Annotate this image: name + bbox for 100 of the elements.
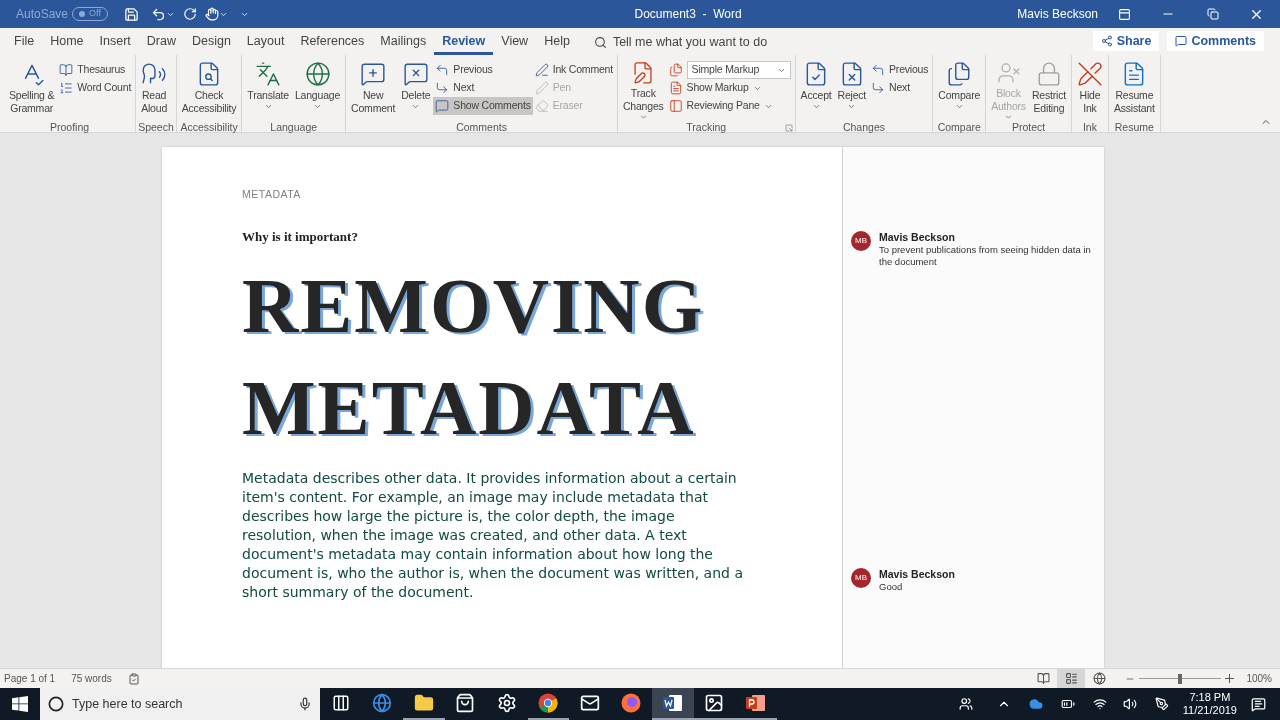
ribbon-button[interactable]: Next	[433, 79, 533, 97]
ribbon-button[interactable]: Resume Assistant	[1110, 57, 1158, 121]
ribbon-button[interactable]: Show Comments	[433, 97, 533, 115]
tell-me-field[interactable]: Tell me what you want to do	[593, 30, 813, 55]
ribbon-button[interactable]: Previous	[433, 61, 533, 79]
print-layout-icon	[1064, 672, 1078, 685]
volume-icon[interactable]	[1122, 697, 1137, 711]
image-icon	[704, 693, 725, 713]
page-header: METADATA	[242, 187, 301, 201]
redo-icon[interactable]	[182, 7, 197, 21]
autosave-label: AutoSave	[16, 6, 69, 23]
cloud-icon[interactable]	[1028, 697, 1043, 711]
ribbon-button[interactable]: Spelling & Grammar	[6, 57, 58, 121]
group-label: Speech	[138, 120, 174, 136]
ribbon-button[interactable]: Restrict Editing	[1028, 57, 1069, 121]
comment-plus-icon	[360, 61, 387, 87]
ribbon-button[interactable]: Check Accessibility	[178, 57, 240, 121]
ribbon-button[interactable]: Show Markup	[666, 79, 793, 97]
task-view-icon	[331, 694, 350, 712]
arrow-left-icon	[871, 63, 886, 77]
caret-icon	[313, 102, 322, 111]
ribbon-button[interactable]: Previous	[869, 61, 931, 79]
microphone-icon	[298, 697, 312, 711]
restore-icon[interactable]	[1207, 8, 1219, 20]
zoom-slider[interactable]	[1139, 673, 1222, 684]
pen-icon[interactable]	[1154, 697, 1169, 711]
caret-icon	[954, 102, 964, 111]
ribbon-tab[interactable]: Layout	[238, 30, 293, 55]
panel-icon	[668, 99, 683, 113]
taskbar-app[interactable]	[652, 688, 694, 720]
ribbon-button[interactable]: New Comment	[348, 57, 399, 121]
undo-icon[interactable]	[150, 6, 166, 22]
avatar: MB	[851, 568, 871, 588]
ribbon-tab[interactable]: Draw	[138, 30, 184, 55]
ribbon-button[interactable]: Translate	[244, 57, 292, 121]
touch-mode-icon[interactable]	[204, 7, 219, 21]
ribbon-button[interactable]: Compare	[935, 57, 984, 121]
comment-author: Mavis Beckson	[879, 568, 956, 581]
word-app-icon	[662, 694, 683, 712]
group-label: Proofing	[50, 120, 90, 136]
globe-icon	[304, 61, 331, 87]
zoom-thumb[interactable]	[1178, 673, 1183, 684]
battery-icon[interactable]	[1060, 697, 1075, 711]
notifications-icon[interactable]	[1251, 696, 1266, 712]
caret-icon	[263, 102, 273, 111]
group-label: Protect	[1011, 120, 1046, 136]
ribbon-tab[interactable]: References	[292, 30, 373, 55]
pen-icon	[534, 81, 549, 95]
wifi-icon[interactable]	[1092, 697, 1107, 711]
ribbon-tab[interactable]: Help	[536, 30, 578, 55]
ribbon-button[interactable]: Word Count	[57, 79, 134, 97]
dropdown-value: Simple Markup	[691, 62, 760, 78]
search-icon	[593, 36, 607, 49]
ribbon-button[interactable]: Hide Ink	[1073, 57, 1106, 121]
clock[interactable]: 7:18 PM 11/21/2019	[1182, 691, 1237, 717]
ribbon-button[interactable]: Ink Comment	[532, 61, 615, 79]
tell-me-input[interactable]: Tell me what you want to do	[612, 33, 813, 52]
ribbon-button[interactable]: Read Aloud	[138, 57, 171, 121]
ribbon-tab[interactable]: View	[493, 30, 537, 55]
ribbon-button[interactable]: Reject	[834, 57, 870, 121]
ribbon-tab[interactable]: Home	[42, 30, 92, 55]
people-icon[interactable]	[958, 697, 973, 711]
clock-date: 11/21/2019	[1182, 704, 1237, 717]
ribbon-display-icon[interactable]	[1118, 7, 1131, 21]
ribbon-button[interactable]: Next	[869, 79, 931, 97]
zoom-level: 100%	[1246, 672, 1272, 686]
ribbon-button[interactable]: Delete	[398, 57, 434, 121]
caret-icon	[411, 102, 421, 111]
web-layout-icon	[1092, 672, 1106, 685]
share-icon	[1100, 35, 1113, 47]
share-button[interactable]: Share	[1092, 31, 1160, 51]
mail-icon	[579, 693, 600, 713]
proofing-icon[interactable]	[127, 672, 140, 685]
powerpoint-app-icon	[745, 694, 766, 712]
caret-icon	[847, 102, 857, 111]
browser-icon	[538, 693, 559, 713]
ribbon-button[interactable]: Reviewing Pane	[666, 97, 793, 115]
group-label: Accessibility	[180, 120, 238, 136]
ribbon-button[interactable]: Thesaurus	[57, 61, 134, 79]
ribbon-tab[interactable]: Mailings	[372, 30, 435, 55]
save-icon[interactable]	[123, 6, 139, 22]
ribbon-button[interactable]: Accept	[797, 57, 835, 121]
body-paragraph: Metadata describes other data. It provides information about a certain item's content. For example, an image may include metadata that describes how large the picture is, the color depth, the image resolution, when the image was created, and other data. A text document's metadata may contain information about how long the document is, who the author is, when the document was written, and a short summary of the document.	[242, 469, 744, 602]
ribbon-tab[interactable]: File	[6, 30, 43, 55]
comment-x-icon	[402, 61, 429, 87]
group-label: Language	[270, 120, 318, 136]
group-label: Changes	[842, 120, 885, 136]
ribbon-button[interactable]: Track Changes	[619, 57, 667, 121]
taskbar-search-field[interactable]: Type here to search	[40, 688, 320, 720]
ribbon-tab[interactable]: Insert	[91, 30, 139, 55]
comments-button[interactable]: Comments	[1167, 31, 1264, 51]
taskbar-search-input[interactable]: Type here to search	[72, 694, 290, 714]
subtitle: Why is it important?	[242, 229, 358, 245]
translate-icon	[255, 61, 282, 87]
ribbon-tab[interactable]: Design	[183, 30, 239, 55]
settings-icon	[496, 693, 517, 713]
zoom-in-icon[interactable]	[1225, 674, 1235, 683]
view-button[interactable]	[1057, 669, 1086, 688]
ribbon-button[interactable]: Language	[291, 57, 344, 121]
avatar: MB	[851, 231, 871, 251]
